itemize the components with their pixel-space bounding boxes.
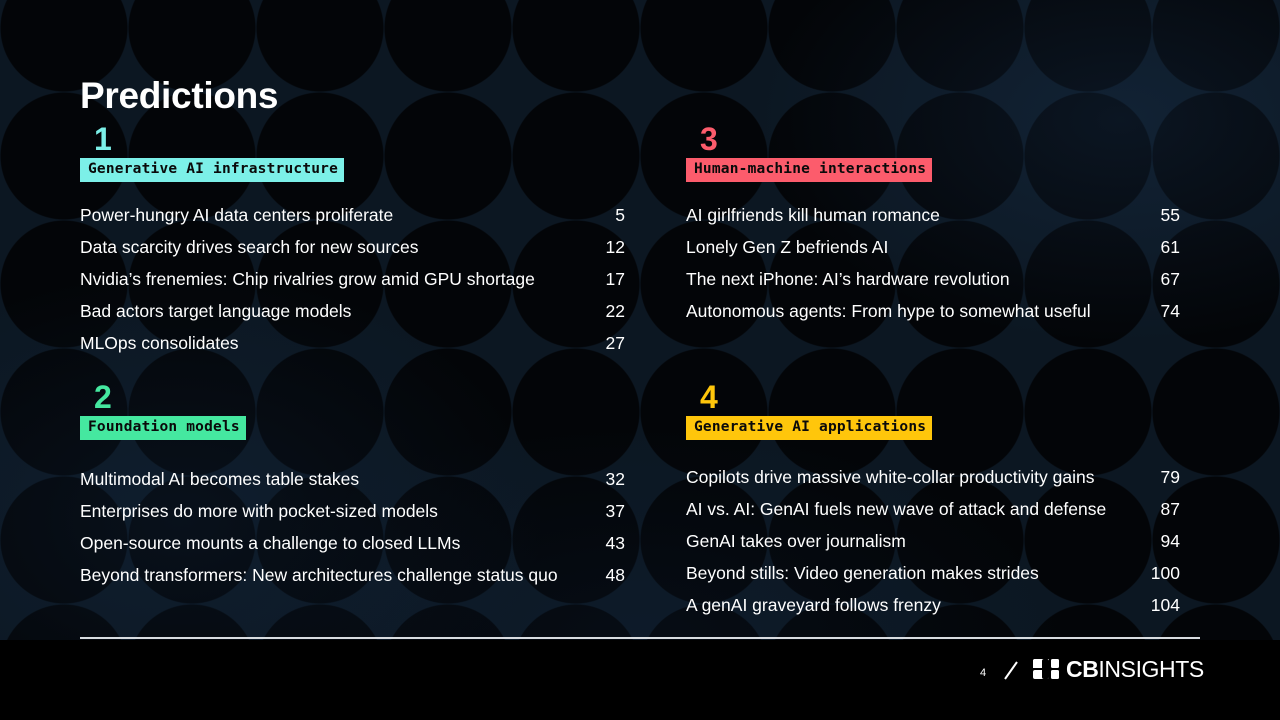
list-item-title: A genAI graveyard follows frenzy	[686, 595, 941, 615]
section-1-item-list: Power-hungry AI data centers proliferate…	[80, 199, 625, 359]
list-item[interactable]: MLOps consolidates 27	[80, 327, 625, 359]
list-item-title: The next iPhone: AI’s hardware revolutio…	[686, 269, 1010, 289]
section-4: 4 Generative AI applications Copilots dr…	[686, 380, 1186, 621]
section-3-item-list: AI girlfriends kill human romance 55 Lon…	[686, 199, 1180, 327]
list-item[interactable]: GenAI takes over journalism 94	[686, 525, 1180, 557]
list-item[interactable]: Beyond transformers: New architectures c…	[80, 559, 625, 591]
list-item-title: AI girlfriends kill human romance	[686, 205, 940, 225]
list-item[interactable]: A genAI graveyard follows frenzy 104	[686, 589, 1180, 621]
section-2-label: Foundation models	[80, 416, 246, 440]
list-item-page: 74	[1160, 301, 1180, 321]
section-2: 2 Foundation models Multimodal AI become…	[80, 380, 632, 591]
list-item-page: 100	[1150, 563, 1180, 583]
list-item[interactable]: Lonely Gen Z befriends AI 61	[686, 231, 1180, 263]
brand-insights-text: INSIGHTS	[1098, 655, 1204, 682]
list-item[interactable]: AI girlfriends kill human romance 55	[686, 199, 1180, 231]
page-title: Predictions	[80, 75, 279, 116]
list-item-page: 79	[1160, 467, 1180, 487]
list-item[interactable]: The next iPhone: AI’s hardware revolutio…	[686, 263, 1180, 295]
section-4-number: 4	[700, 379, 718, 415]
list-item-title: GenAI takes over journalism	[686, 531, 906, 551]
list-item-title: Nvidia’s frenemies: Chip rivalries grow …	[80, 269, 535, 289]
section-4-label: Generative AI applications	[686, 416, 933, 440]
cb-insights-logo: CBINSIGHTS	[1033, 655, 1204, 683]
section-2-item-list: Multimodal AI becomes table stakes 32 En…	[80, 463, 625, 591]
list-item-page: 27	[605, 333, 625, 353]
list-item[interactable]: Multimodal AI becomes table stakes 32	[80, 463, 625, 495]
list-item-page: 55	[1160, 205, 1180, 225]
list-item-title: Beyond transformers: New architectures c…	[80, 565, 558, 585]
section-1: 1 Generative AI infrastructure Power-hun…	[80, 122, 632, 359]
section-4-item-list: Copilots drive massive white-collar prod…	[686, 461, 1180, 621]
list-item-title: AI vs. AI: GenAI fuels new wave of attac…	[686, 499, 1107, 519]
list-item-title: Multimodal AI becomes table stakes	[80, 469, 360, 489]
list-item-page: 61	[1160, 237, 1180, 257]
list-item-page: 37	[605, 501, 625, 521]
list-item-page: 5	[615, 205, 625, 225]
list-item-page: 104	[1150, 595, 1180, 615]
list-item[interactable]: Bad actors target language models 22	[80, 295, 625, 327]
brand-cb-text: CB	[1066, 655, 1099, 682]
list-item-page: 67	[1160, 269, 1180, 289]
list-item[interactable]: Enterprises do more with pocket-sized mo…	[80, 495, 625, 527]
slash-icon	[1004, 661, 1018, 680]
section-3-number: 3	[700, 121, 718, 157]
section-3-label: Human-machine interactions	[686, 158, 933, 182]
list-item-page: 94	[1160, 531, 1180, 551]
brand-wordmark: CBINSIGHTS	[1066, 655, 1204, 682]
footer: 4 CBINSIGHTS	[0, 655, 1280, 695]
section-1-number: 1	[94, 121, 112, 157]
list-item[interactable]: Open-source mounts a challenge to closed…	[80, 527, 625, 559]
list-item[interactable]: Data scarcity drives search for new sour…	[80, 231, 625, 263]
list-item-title: MLOps consolidates	[80, 333, 239, 353]
list-item-title: Beyond stills: Video generation makes st…	[686, 563, 1039, 583]
page-number: 4	[980, 667, 987, 679]
list-item-title: Power-hungry AI data centers proliferate	[80, 205, 394, 225]
list-item-page: 87	[1160, 499, 1180, 519]
list-item-page: 12	[605, 237, 625, 257]
section-2-number: 2	[94, 379, 112, 415]
section-1-label: Generative AI infrastructure	[80, 158, 345, 182]
list-item[interactable]: Autonomous agents: From hype to somewhat…	[686, 295, 1180, 327]
list-item-page: 17	[605, 269, 625, 289]
section-3: 3 Human-machine interactions AI girlfrie…	[686, 122, 1186, 327]
slide-root: Predictions 1 Generative AI infrastructu…	[0, 0, 1280, 720]
list-item-page: 32	[605, 469, 625, 489]
list-item-page: 22	[605, 301, 625, 321]
list-item-title: Copilots drive massive white-collar prod…	[686, 467, 1095, 487]
list-item-page: 48	[605, 565, 625, 585]
footer-divider	[80, 637, 1200, 639]
list-item[interactable]: Copilots drive massive white-collar prod…	[686, 461, 1180, 493]
list-item-title: Enterprises do more with pocket-sized mo…	[80, 501, 438, 521]
list-item-title: Data scarcity drives search for new sour…	[80, 237, 419, 257]
list-item[interactable]: Nvidia’s frenemies: Chip rivalries grow …	[80, 263, 625, 295]
cb-insights-mark-icon	[1033, 659, 1059, 679]
list-item-title: Lonely Gen Z befriends AI	[686, 237, 889, 257]
list-item-title: Autonomous agents: From hype to somewhat…	[686, 301, 1091, 321]
list-item-title: Bad actors target language models	[80, 301, 352, 321]
list-item-title: Open-source mounts a challenge to closed…	[80, 533, 461, 553]
list-item[interactable]: Power-hungry AI data centers proliferate…	[80, 199, 625, 231]
list-item[interactable]: AI vs. AI: GenAI fuels new wave of attac…	[686, 493, 1180, 525]
list-item-page: 43	[605, 533, 625, 553]
list-item[interactable]: Beyond stills: Video generation makes st…	[686, 557, 1180, 589]
